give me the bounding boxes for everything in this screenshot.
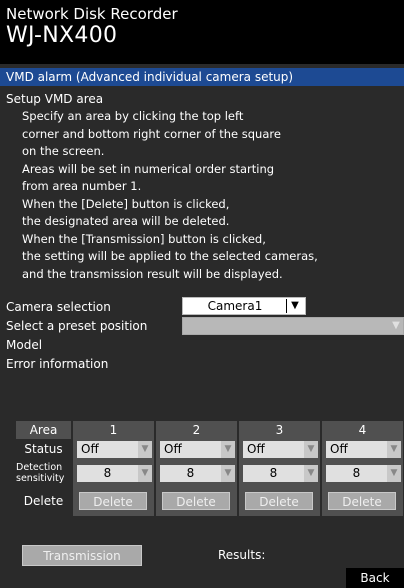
area-number: 1 — [71, 421, 154, 439]
sensitivity-select: 8 ▼ — [326, 465, 401, 482]
camera-selection-label: Camera selection — [6, 300, 111, 314]
back-button[interactable]: Back — [346, 568, 404, 588]
instruction-line: When the [Transmission] button is clicke… — [22, 231, 266, 246]
delete-cell: Delete — [320, 486, 403, 516]
status-value: Off — [81, 442, 99, 456]
dropdown-arrow-icon: ▼ — [138, 465, 152, 482]
status-select: Off ▼ — [243, 441, 318, 458]
dropdown-arrow-icon: ▼ — [387, 441, 401, 458]
area-number: 3 — [237, 421, 320, 439]
sensitivity-cell: 8 ▼ — [237, 460, 320, 486]
dropdown-arrow-icon: ▼ — [286, 299, 303, 313]
instruction-line: Areas will be set in numerical order sta… — [22, 161, 275, 176]
area-header-row: Area 1 2 3 4 — [16, 421, 404, 439]
transmission-row: Transmission Results: — [0, 544, 404, 568]
camera-select[interactable]: Camera1 ▼ — [182, 297, 306, 315]
sensitivity-select: 8 ▼ — [77, 465, 152, 482]
dropdown-arrow-icon: ▼ — [392, 320, 400, 331]
delete-cell: Delete — [237, 486, 320, 516]
status-select: Off ▼ — [77, 441, 152, 458]
status-label: Status — [24, 442, 63, 456]
area-number: 4 — [320, 421, 403, 439]
instruction-line: corner and bottom right corner of the sq… — [22, 126, 281, 141]
status-cell: Off ▼ — [237, 439, 320, 460]
status-value: Off — [164, 442, 182, 456]
sensitivity-value: 8 — [269, 466, 278, 480]
preset-position-select: ▼ — [182, 317, 404, 335]
sensitivity-value: 8 — [352, 466, 361, 480]
sensitivity-cell: 8 ▼ — [71, 460, 154, 486]
sensitivity-value: 8 — [103, 466, 112, 480]
instruction-line: the designated area will be deleted. — [22, 214, 230, 228]
instructions: Specify an area by clicking the top left… — [22, 108, 318, 283]
app-name: Network Disk Recorder — [6, 5, 178, 23]
delete-area-button[interactable]: Delete — [245, 492, 313, 510]
sensitivity-value: 8 — [186, 466, 195, 480]
camera-select-value: Camera1 — [207, 299, 263, 313]
sensitivity-select: 8 ▼ — [160, 465, 235, 482]
preset-position-label: Select a preset position — [6, 319, 148, 333]
sensitivity-cell: 8 ▼ — [154, 460, 237, 486]
dropdown-arrow-icon: ▼ — [387, 465, 401, 482]
delete-area-button[interactable]: Delete — [79, 492, 147, 510]
sensitivity-select: 8 ▼ — [243, 465, 318, 482]
footer-bar: Back — [0, 568, 404, 588]
detection-sensitivity-label: Detection sensitivity — [16, 462, 65, 484]
instruction-line: the setting will be applied to the selec… — [22, 249, 318, 263]
instruction-line: When the [Delete] button is clicked, — [22, 196, 230, 211]
instruction-line: and the transmission result will be disp… — [22, 266, 283, 281]
delete-cell: Delete — [154, 486, 237, 516]
delete-area-button[interactable]: Delete — [162, 492, 230, 510]
model-label: Model — [6, 338, 43, 352]
status-cell: Off ▼ — [71, 439, 154, 460]
subhead: Setup VMD area — [6, 92, 104, 106]
results-label: Results: — [218, 548, 266, 562]
status-select: Off ▼ — [326, 441, 401, 458]
settings-panel: VMD alarm (Advanced individual camera se… — [0, 64, 404, 568]
section-title: VMD alarm (Advanced individual camera se… — [0, 68, 404, 86]
instruction-line: Specify an area by clicking the top left — [22, 109, 244, 123]
status-value: Off — [247, 442, 265, 456]
instruction-line: on the screen. — [22, 144, 105, 158]
dropdown-arrow-icon: ▼ — [304, 465, 318, 482]
status-cell: Off ▼ — [154, 439, 237, 460]
status-select: Off ▼ — [160, 441, 235, 458]
detection-sensitivity-row: Detection sensitivity 8 ▼ 8 ▼ 8 ▼ 8 ▼ — [16, 460, 404, 486]
delete-label: Delete — [23, 494, 64, 508]
status-row: Status Off ▼ Off ▼ Off ▼ Off ▼ — [16, 439, 404, 460]
error-information-label: Error information — [6, 357, 109, 371]
dropdown-arrow-icon: ▼ — [221, 441, 235, 458]
delete-area-button[interactable]: Delete — [328, 492, 396, 510]
delete-row: Delete Delete Delete Delete Delete — [16, 486, 404, 516]
status-cell: Off ▼ — [320, 439, 403, 460]
status-value: Off — [330, 442, 348, 456]
delete-cell: Delete — [71, 486, 154, 516]
area-label: Area — [16, 421, 71, 439]
dropdown-arrow-icon: ▼ — [138, 441, 152, 458]
dropdown-arrow-icon: ▼ — [304, 441, 318, 458]
app-header: Network Disk Recorder WJ-NX400 — [0, 0, 404, 64]
model-name: WJ-NX400 — [6, 23, 118, 48]
sensitivity-cell: 8 ▼ — [320, 460, 403, 486]
vmd-area-table: Area 1 2 3 4 Status Off ▼ Off ▼ Off ▼ Off ▼ … — [16, 421, 404, 516]
transmission-button[interactable]: Transmission — [22, 545, 142, 566]
instruction-line: from area number 1. — [22, 179, 142, 193]
dropdown-arrow-icon: ▼ — [221, 465, 235, 482]
area-number: 2 — [154, 421, 237, 439]
